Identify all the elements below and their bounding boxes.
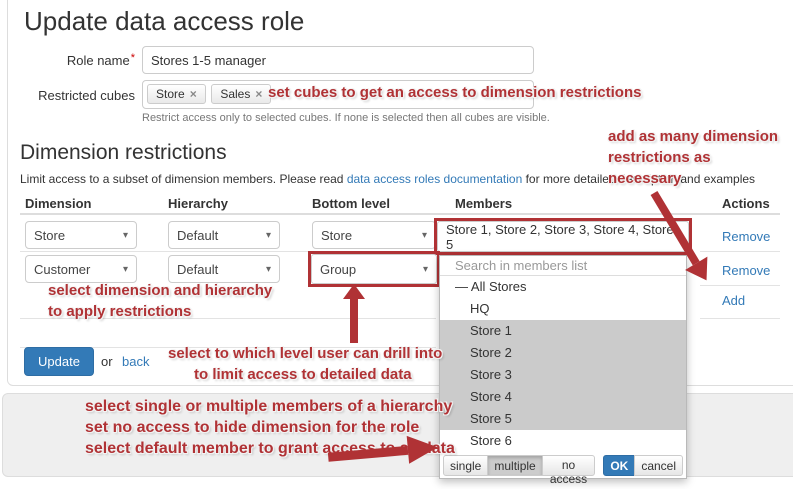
restricted-cubes-label: Restricted cubes <box>0 88 135 103</box>
members-dropdown-panel: — All Stores HQ Store 1 Store 2 Store 3 … <box>439 255 687 479</box>
column-header-dimension: Dimension <box>25 196 91 211</box>
dimension-select-row2[interactable]: Customer▾ <box>25 255 137 283</box>
members-highlight-box: Store 1, Store 2, Store 3, Store 4, Stor… <box>434 218 692 255</box>
row-divider <box>700 318 780 319</box>
back-link[interactable]: back <box>122 354 149 369</box>
caret-down-icon: ▾ <box>123 230 128 241</box>
bottom-level-select-row1[interactable]: Store▾ <box>312 221 436 249</box>
remove-tag-icon[interactable]: × <box>190 87 197 101</box>
cancel-button[interactable]: cancel <box>634 455 683 476</box>
page-title: Update data access role <box>24 6 304 37</box>
add-restriction-link[interactable]: Add <box>722 293 745 308</box>
remove-row2-link[interactable]: Remove <box>722 263 770 278</box>
row-divider <box>700 285 780 286</box>
annotation-arrow-up-shaft <box>350 297 358 343</box>
row-divider <box>700 251 780 252</box>
caret-down-icon: ▾ <box>422 230 427 241</box>
annotation-level: select to which level user can drill int… <box>168 343 442 385</box>
caret-down-icon: ▾ <box>123 264 128 275</box>
update-button[interactable]: Update <box>24 347 94 376</box>
required-asterisk: * <box>131 52 135 64</box>
annotation-dimension: select dimension and hierarchy to apply … <box>48 280 272 322</box>
member-item-selected[interactable]: Store 2 <box>440 342 686 364</box>
hierarchy-select-row2[interactable]: Default▾ <box>168 255 280 283</box>
cubes-help-text: Restrict access only to selected cubes. … <box>142 112 550 124</box>
cube-tag: Sales× <box>211 84 271 104</box>
hierarchy-select-row1[interactable]: Default▾ <box>168 221 280 249</box>
column-header-hierarchy: Hierarchy <box>168 196 228 211</box>
member-item-selected[interactable]: Store 4 <box>440 386 686 408</box>
members-search-input[interactable] <box>440 256 686 276</box>
role-name-label: Role name* <box>0 53 135 68</box>
ok-button[interactable]: OK <box>603 455 635 476</box>
members-dropdown-trigger[interactable]: Store 1, Store 2, Store 3, Store 4, Stor… <box>437 221 689 252</box>
multiple-mode-button[interactable]: multiple <box>487 455 542 476</box>
remove-tag-icon[interactable]: × <box>255 87 262 101</box>
or-text: or <box>101 354 113 369</box>
column-header-members: Members <box>455 196 512 211</box>
member-item[interactable]: HQ <box>440 298 686 320</box>
documentation-link[interactable]: data access roles documentation <box>347 172 522 186</box>
member-item[interactable]: Store 6 <box>440 430 686 452</box>
member-item-all-stores[interactable]: — All Stores <box>440 276 686 298</box>
annotation-cubes: set cubes to get an access to dimension … <box>268 82 641 103</box>
bottom-level-select-row2[interactable]: Group▾ <box>311 254 437 284</box>
collapse-icon[interactable]: — <box>455 279 468 294</box>
page: Update data access role Role name* Restr… <box>0 0 793 489</box>
annotation-add: add as many dimension restrictions as ne… <box>608 126 778 189</box>
cube-tag: Store× <box>147 84 206 104</box>
members-dropdown-footer: single multiple no access OK cancel <box>440 452 686 478</box>
member-item-selected[interactable]: Store 5 <box>440 408 686 430</box>
member-item-selected[interactable]: Store 1 <box>440 320 686 342</box>
caret-down-icon: ▾ <box>423 264 428 275</box>
caret-down-icon: ▾ <box>266 264 271 275</box>
section-title: Dimension restrictions <box>20 141 227 165</box>
column-header-actions: Actions <box>722 196 770 211</box>
bottom-level-highlight-box: Group▾ <box>308 251 440 287</box>
role-name-input[interactable] <box>142 46 534 74</box>
column-header-bottom-level: Bottom level <box>312 196 390 211</box>
dimension-select-row1[interactable]: Store▾ <box>25 221 137 249</box>
no-access-mode-button[interactable]: no access <box>542 455 596 476</box>
remove-row1-link[interactable]: Remove <box>722 229 770 244</box>
member-item-selected[interactable]: Store 3 <box>440 364 686 386</box>
caret-down-icon: ▾ <box>266 230 271 241</box>
